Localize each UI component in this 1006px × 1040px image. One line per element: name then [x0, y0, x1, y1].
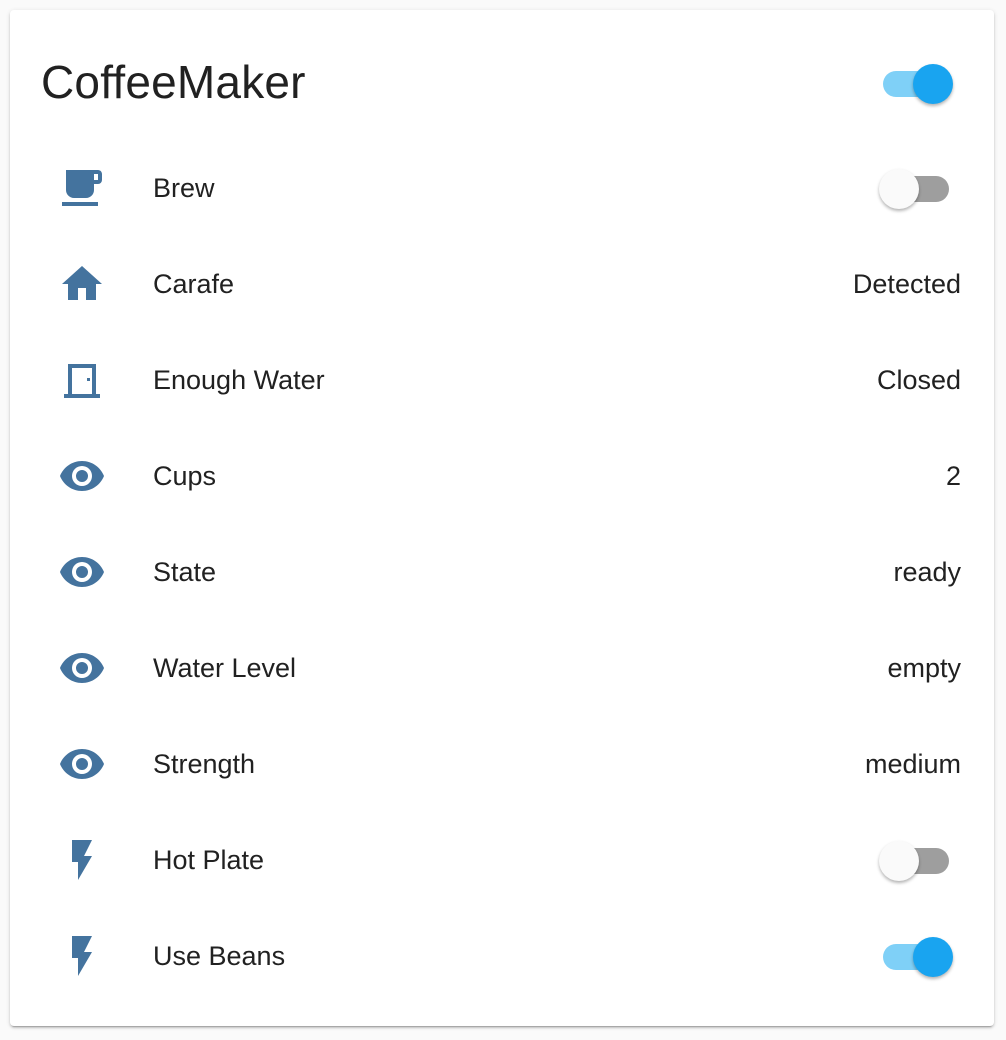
card-header: CoffeeMaker	[10, 10, 994, 156]
eye-icon[interactable]	[58, 644, 106, 692]
door-icon[interactable]	[58, 356, 106, 404]
entity-row-hot-plate[interactable]: Hot Plate	[10, 812, 994, 908]
entity-name: Cups	[153, 461, 217, 491]
master-toggle[interactable]	[879, 61, 953, 105]
entity-name: Use Beans	[153, 941, 286, 971]
toggle-thumb	[913, 64, 953, 104]
entity-state: empty	[887, 653, 961, 683]
use-beans-toggle[interactable]	[879, 934, 953, 978]
toggle-thumb	[879, 169, 919, 209]
entity-name: Strength	[153, 749, 256, 779]
entity-row-water-level[interactable]: Water Level empty	[10, 620, 994, 716]
toggle-thumb	[879, 841, 919, 881]
card-title: CoffeeMaker	[41, 56, 306, 108]
toggle-thumb	[913, 937, 953, 977]
home-icon[interactable]	[58, 260, 106, 308]
eye-icon[interactable]	[58, 548, 106, 596]
brew-toggle[interactable]	[879, 166, 953, 210]
flash-icon[interactable]	[58, 836, 106, 884]
entity-state: ready	[893, 557, 961, 587]
entity-state: Closed	[876, 365, 961, 395]
entity-state: medium	[864, 749, 961, 779]
entity-name: Water Level	[153, 653, 297, 683]
eye-icon[interactable]	[58, 452, 106, 500]
entity-row-strength[interactable]: Strength medium	[10, 716, 994, 812]
entity-row-enough-water[interactable]: Enough Water Closed	[10, 332, 994, 428]
eye-icon[interactable]	[58, 740, 106, 788]
entity-row-carafe[interactable]: Carafe Detected	[10, 236, 994, 332]
entities-card: CoffeeMaker Brew Carafe Detected Enough …	[10, 10, 994, 1026]
entity-name: Enough Water	[153, 365, 325, 395]
entity-row-state[interactable]: State ready	[10, 524, 994, 620]
hot-plate-toggle[interactable]	[879, 838, 953, 882]
entity-state: Detected	[852, 269, 961, 299]
flash-icon[interactable]	[58, 932, 106, 980]
entity-name: Hot Plate	[153, 845, 265, 875]
entity-name: Carafe	[153, 269, 235, 299]
coffee-cup-icon[interactable]	[58, 164, 106, 212]
entity-row-brew[interactable]: Brew	[10, 140, 994, 236]
entity-row-cups[interactable]: Cups 2	[10, 428, 994, 524]
entity-name: State	[153, 557, 217, 587]
entity-name: Brew	[153, 173, 215, 203]
entity-state: 2	[945, 461, 961, 491]
entity-row-use-beans[interactable]: Use Beans	[10, 908, 994, 1004]
